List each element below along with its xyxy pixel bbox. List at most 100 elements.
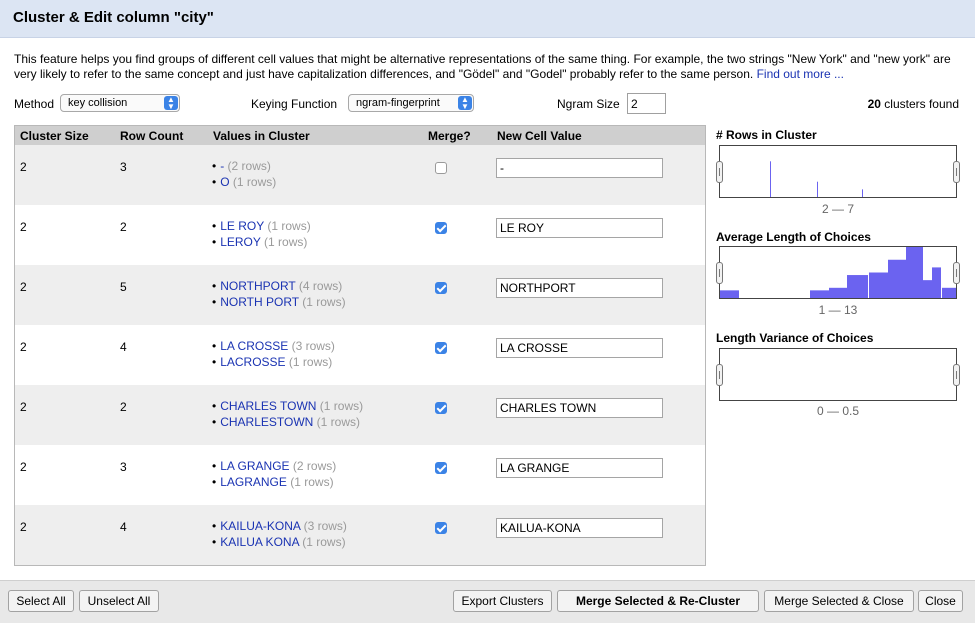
table-row: 2 4 • LA CROSSE (3 rows) • LACROSSE (1 row…: [15, 325, 705, 385]
dialog-titlebar: Cluster & Edit column "city": [0, 0, 975, 38]
clusters-count: 20: [867, 97, 881, 111]
merge-checkbox[interactable]: [435, 522, 447, 534]
cluster-value-item: • O (1 rows): [212, 175, 277, 189]
merge-checkbox[interactable]: [435, 462, 447, 474]
cluster-value-link[interactable]: O: [220, 175, 229, 189]
cluster-value-link[interactable]: LE ROY: [220, 219, 264, 233]
slider-handle-icon[interactable]: [953, 262, 960, 284]
new-cell-value-input[interactable]: [496, 518, 663, 538]
cluster-value-rows: (1 rows): [232, 175, 277, 189]
export-clusters-button[interactable]: Export Clusters: [453, 590, 552, 612]
table-row: 2 3 • LA GRANGE (2 rows) • LAGRANGE (1 row…: [15, 445, 705, 505]
select-all-button[interactable]: Select All: [8, 590, 74, 612]
cluster-value-rows: (3 rows): [291, 339, 335, 353]
close-button[interactable]: Close: [918, 590, 963, 612]
cluster-value-link[interactable]: LACROSSE: [220, 355, 285, 369]
merge-recluster-button[interactable]: Merge Selected & Re-Cluster: [557, 590, 759, 612]
cluster-value-link[interactable]: NORTHPORT: [220, 279, 295, 293]
merge-checkbox[interactable]: [435, 282, 447, 294]
histogram-length-variance: [720, 349, 956, 400]
cluster-value-item: • LE ROY (1 rows): [212, 219, 311, 233]
slider-handle-icon[interactable]: [716, 262, 723, 284]
new-cell-value-input[interactable]: [496, 458, 663, 478]
histogram-bar: [829, 287, 848, 298]
merge-close-button[interactable]: Merge Selected & Close: [764, 590, 914, 612]
cluster-value-rows: (1 rows): [264, 235, 308, 249]
histogram-bar: [817, 181, 818, 197]
header-row-count[interactable]: Row Count: [120, 129, 183, 143]
clusters-table: Cluster Size Row Count Values in Cluster…: [14, 125, 706, 566]
histogram-bar: [906, 247, 923, 298]
cluster-value-item: • LA GRANGE (2 rows): [212, 459, 337, 473]
cluster-value-link[interactable]: CHARLESTOWN: [220, 415, 313, 429]
cluster-value-item: • LAGRANGE (1 rows): [212, 475, 334, 489]
cluster-value-item: • LA CROSSE (3 rows): [212, 339, 335, 353]
intro-text-block: This feature helps you find groups of di…: [14, 52, 959, 82]
new-cell-value-input[interactable]: [496, 278, 663, 298]
header-values-in-cluster[interactable]: Values in Cluster: [213, 129, 310, 143]
cluster-size-cell: 2: [20, 520, 27, 534]
row-count-cell: 3: [120, 160, 127, 174]
slider-handle-icon[interactable]: [716, 364, 723, 386]
facet-histogram-length-variance: [716, 348, 960, 401]
header-new-cell-value[interactable]: New Cell Value: [497, 129, 582, 143]
histogram-bar: [942, 287, 956, 298]
facet-range-length-variance: 0 — 0.5: [816, 404, 860, 418]
method-select[interactable]: key collision ▲ ▼: [60, 94, 180, 112]
slider-handle-icon[interactable]: [953, 364, 960, 386]
values-in-cluster-cell: • KAILUA-KONA (3 rows) • KAILUA KONA (1 ro…: [212, 518, 347, 550]
cluster-value-link[interactable]: LA GRANGE: [220, 459, 289, 473]
row-count-cell: 2: [120, 220, 127, 234]
cluster-value-item: • NORTHPORT (4 rows): [212, 279, 343, 293]
new-cell-value-input[interactable]: [496, 158, 663, 178]
merge-checkbox[interactable]: [435, 222, 447, 234]
values-in-cluster-cell: • NORTHPORT (4 rows) • NORTH PORT (1 rows): [212, 278, 346, 310]
values-in-cluster-cell: • LA CROSSE (3 rows) • LACROSSE (1 rows): [212, 338, 335, 370]
cluster-value-item: • CHARLESTOWN (1 rows): [212, 415, 361, 429]
values-in-cluster-cell: • LA GRANGE (2 rows) • LAGRANGE (1 rows): [212, 458, 336, 490]
unselect-all-button[interactable]: Unselect All: [79, 590, 159, 612]
cluster-value-link[interactable]: LA CROSSE: [220, 339, 288, 353]
cluster-value-rows: (4 rows): [298, 279, 343, 293]
cluster-controls: Method key collision ▲ ▼ Keying Function …: [0, 92, 975, 116]
cluster-value-link[interactable]: KAILUA-KONA: [220, 519, 300, 533]
merge-checkbox[interactable]: [435, 342, 447, 354]
cluster-value-item: • - (2 rows): [212, 159, 271, 173]
merge-checkbox[interactable]: [435, 162, 447, 174]
cluster-value-link[interactable]: CHARLES TOWN: [220, 399, 316, 413]
select-arrows-icon: ▲ ▼: [458, 96, 472, 111]
header-merge[interactable]: Merge?: [428, 129, 471, 143]
new-cell-value-input[interactable]: [496, 398, 663, 418]
keying-function-label: Keying Function: [251, 97, 338, 111]
facet-title-length-variance: Length Variance of Choices: [716, 331, 874, 345]
new-cell-value-input[interactable]: [496, 218, 663, 238]
histogram-bar: [770, 161, 771, 197]
cluster-value-link[interactable]: LAGRANGE: [220, 475, 287, 489]
header-cluster-size[interactable]: Cluster Size: [20, 129, 89, 143]
dialog-title: Cluster & Edit column "city": [13, 9, 214, 26]
cluster-value-rows: (2 rows): [292, 459, 337, 473]
slider-handle-icon[interactable]: [953, 161, 960, 183]
new-cell-value-input[interactable]: [496, 338, 663, 358]
row-count-cell: 5: [120, 280, 127, 294]
slider-handle-icon[interactable]: [716, 161, 723, 183]
cluster-value-item: • LACROSSE (1 rows): [212, 355, 333, 369]
merge-checkbox[interactable]: [435, 402, 447, 414]
find-out-more-link[interactable]: Find out more ...: [757, 67, 844, 81]
cluster-value-item: • CHARLES TOWN (1 rows): [212, 399, 364, 413]
select-arrows-icon: ▲ ▼: [164, 96, 178, 111]
cluster-value-link[interactable]: LEROY: [220, 235, 260, 249]
cluster-value-link[interactable]: NORTH PORT: [220, 295, 299, 309]
row-count-cell: 4: [120, 520, 127, 534]
cluster-value-rows: (1 rows): [316, 415, 361, 429]
cluster-size-cell: 2: [20, 340, 27, 354]
cluster-value-rows: (1 rows): [290, 475, 334, 489]
keying-function-select[interactable]: ngram-fingerprint ▲ ▼: [348, 94, 474, 112]
cluster-value-link[interactable]: KAILUA KONA: [220, 535, 299, 549]
ngram-size-input[interactable]: [627, 93, 666, 114]
table-row: 2 2 • LE ROY (1 rows) • LEROY (1 rows): [15, 205, 705, 265]
cluster-value-link[interactable]: -: [220, 159, 224, 173]
facet-histogram-rows-in-cluster: [716, 145, 960, 198]
clusters-found-status: 20 clusters found: [868, 97, 959, 111]
cluster-value-item: • NORTH PORT (1 rows): [212, 295, 346, 309]
